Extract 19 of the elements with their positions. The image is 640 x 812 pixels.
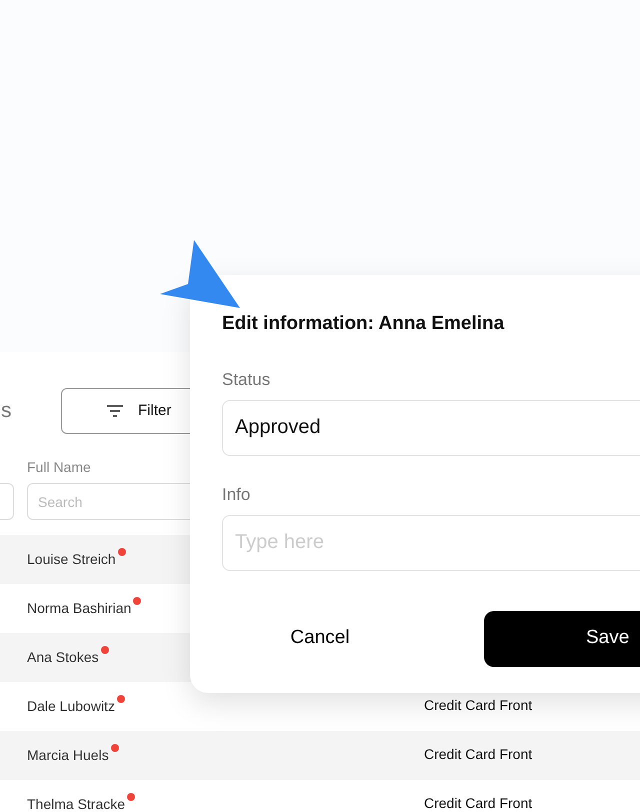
document-cell-text: Credit Card Front bbox=[424, 745, 532, 764]
document-cell-text: Credit Card Front bbox=[424, 794, 532, 812]
dialog-title: Edit information: Anna Emelina bbox=[222, 312, 506, 336]
table-row[interactable]: Marcia Huels Credit Card Front bbox=[0, 731, 640, 780]
name-cell: Thelma Stracke bbox=[27, 796, 126, 812]
name-cell: Norma Bashirian bbox=[27, 600, 132, 616]
filter-field[interactable] bbox=[0, 483, 14, 520]
page-heading: s bbox=[0, 398, 12, 424]
save-button[interactable]: Save bbox=[484, 610, 640, 666]
field-label: Status bbox=[222, 368, 272, 390]
document-cell-text: Credit Card Front bbox=[424, 696, 532, 715]
name-cell: Dale Lubowitz bbox=[27, 698, 115, 714]
name-cell: Ana Stokes bbox=[27, 649, 99, 665]
pointer-icon bbox=[158, 240, 242, 310]
filter-icon bbox=[106, 405, 124, 417]
name-cell: Marcia Huels bbox=[27, 747, 109, 763]
name-cell: Louise Streich bbox=[27, 551, 116, 567]
status-field[interactable]: Approved bbox=[222, 400, 640, 456]
column-header: Full Name bbox=[27, 458, 92, 476]
